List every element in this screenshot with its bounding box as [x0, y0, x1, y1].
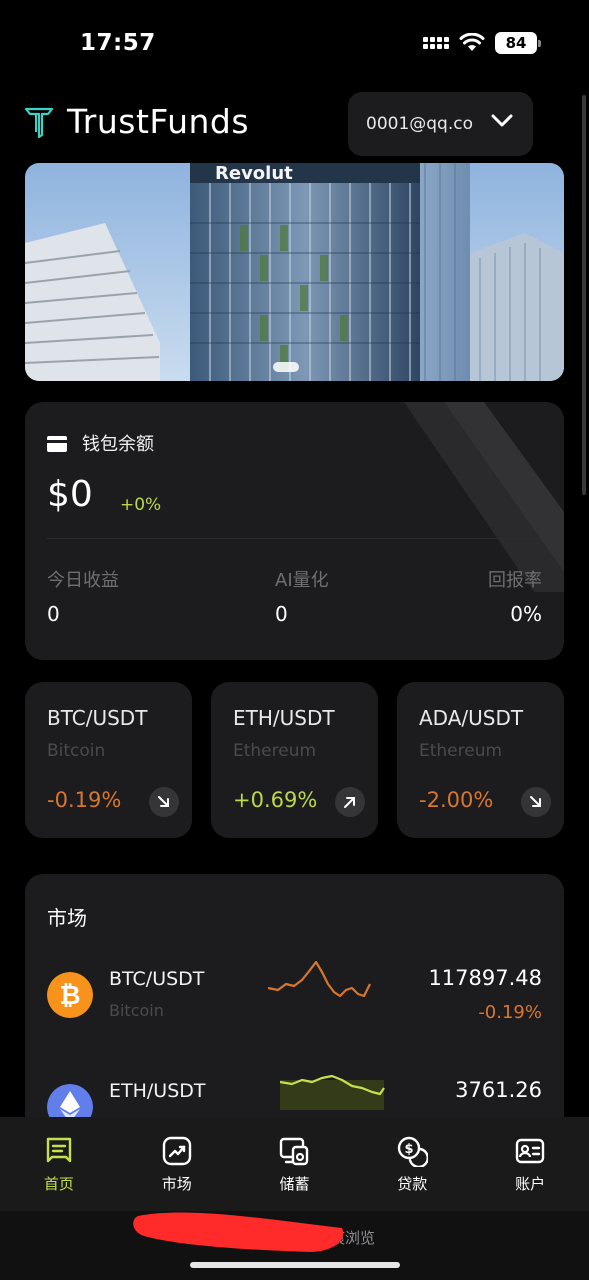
- banner-sign: Revolut: [215, 163, 293, 184]
- ticker-card-eth[interactable]: ETH/USDT Ethereum +0.69%: [211, 682, 378, 838]
- wallet-balance-card: 钱包余额 $0 +0% 今日收益 0 AI量化 0 回报率 0%: [25, 402, 564, 660]
- home-icon: [46, 1137, 72, 1163]
- svg-text:₿: ₿: [59, 981, 80, 1011]
- stat-value-ai-quant: 0: [275, 602, 288, 626]
- market-row-btc[interactable]: ₿ BTC/USDT Bitcoin 117897.48 -0.19%: [25, 958, 564, 1038]
- brand-name: TrustFunds: [67, 102, 250, 141]
- account-email: 0001@qq.co: [366, 114, 473, 134]
- tab-home[interactable]: 首页: [0, 1117, 118, 1211]
- market-icon: [162, 1136, 191, 1166]
- ticker-change: -2.00%: [419, 788, 494, 812]
- market-pair: BTC/USDT: [109, 968, 205, 990]
- loan-icon: $: [398, 1136, 429, 1167]
- tab-market[interactable]: 市场: [118, 1117, 236, 1211]
- stat-value-return-rate: 0%: [510, 602, 542, 626]
- arrow-up-right-icon: [335, 787, 365, 817]
- ticker-pair: ETH/USDT: [233, 706, 335, 730]
- tab-label: 首页: [43, 1175, 74, 1193]
- market-price: 3761.26: [455, 1078, 542, 1102]
- chevron-down-icon: [491, 114, 513, 127]
- sparkline-eth: [280, 1074, 385, 1110]
- tab-label: 市场: [161, 1175, 192, 1193]
- battery-icon: 84: [495, 32, 541, 54]
- tab-label: 贷款: [397, 1175, 428, 1193]
- wifi-icon: [459, 33, 485, 51]
- app-header: TrustFunds 0001@qq.co: [0, 92, 589, 158]
- status-time: 17:57: [80, 30, 156, 56]
- wallet-amount: $0: [47, 474, 93, 515]
- signal-icon: [423, 37, 449, 49]
- market-name: Bitcoin: [109, 1001, 164, 1020]
- ticker-pair: BTC/USDT: [47, 706, 148, 730]
- ticker-change: +0.69%: [233, 788, 318, 812]
- market-title: 市场: [47, 906, 87, 930]
- ticker-name: Ethereum: [419, 741, 503, 761]
- account-icon: [515, 1138, 545, 1164]
- bitcoin-icon: ₿: [47, 972, 93, 1018]
- battery-level: 84: [505, 34, 527, 52]
- home-indicator[interactable]: [190, 1262, 400, 1268]
- savings-icon: [280, 1137, 309, 1166]
- stat-label-today-earnings: 今日收益: [47, 570, 119, 591]
- scrollbar[interactable]: [582, 95, 586, 495]
- wallet-icon: [47, 436, 67, 452]
- svg-text:$: $: [405, 1142, 414, 1157]
- wallet-change: +0%: [120, 495, 162, 515]
- ticker-card-ada[interactable]: ADA/USDT Ethereum -2.00%: [397, 682, 564, 838]
- stat-label-ai-quant: AI量化: [275, 570, 329, 591]
- tab-loan[interactable]: $ 贷款: [353, 1117, 471, 1211]
- sparkline-btc: [268, 960, 371, 998]
- promo-banner[interactable]: Revolut: [25, 163, 564, 381]
- status-bar: 17:57 84: [0, 0, 589, 88]
- card-decoration: [404, 402, 564, 592]
- arrow-down-right-icon: [521, 787, 551, 817]
- ticker-card-btc[interactable]: BTC/USDT Bitcoin -0.19%: [25, 682, 192, 838]
- arrow-down-right-icon: [149, 787, 179, 817]
- bottom-tab-bar: 首页 市场 储蓄 $ 贷款 账户: [0, 1117, 589, 1211]
- market-pair: ETH/USDT: [109, 1080, 206, 1102]
- market-change: -0.19%: [478, 1002, 542, 1023]
- divider: [47, 538, 542, 539]
- ticker-pair: ADA/USDT: [419, 706, 524, 730]
- stat-value-today-earnings: 0: [47, 602, 60, 626]
- ticker-name: Ethereum: [233, 741, 317, 761]
- market-price: 117897.48: [428, 966, 542, 990]
- tab-label: 储蓄: [279, 1175, 310, 1193]
- tab-label: 账户: [515, 1175, 546, 1193]
- redaction-mark: [133, 1212, 344, 1252]
- ticker-change: -0.19%: [47, 788, 122, 812]
- stat-label-return-rate: 回报率: [488, 570, 542, 591]
- tab-savings[interactable]: 储蓄: [236, 1117, 354, 1211]
- wallet-title: 钱包余额: [82, 434, 154, 455]
- tab-account[interactable]: 账户: [471, 1117, 589, 1211]
- banner-page-indicator[interactable]: [273, 362, 299, 372]
- banner-image: Revolut: [25, 163, 564, 381]
- account-dropdown[interactable]: 0001@qq.co: [348, 92, 533, 156]
- status-icons: 84: [423, 32, 541, 54]
- ticker-name: Bitcoin: [47, 741, 106, 761]
- trustfunds-logo-icon: [24, 107, 54, 138]
